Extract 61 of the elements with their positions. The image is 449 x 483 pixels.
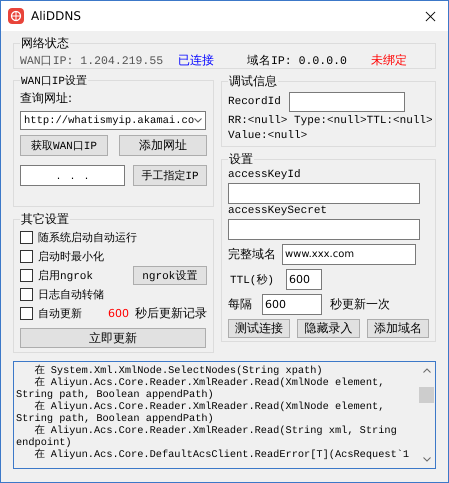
countdown-label: 秒后更新记录	[135, 305, 207, 322]
ttl-field[interactable]: 600	[286, 269, 322, 290]
log-line: endpoint)	[16, 437, 73, 449]
checkbox[interactable]	[20, 269, 33, 282]
group-title: 设置	[228, 151, 254, 168]
record-id-field[interactable]	[288, 92, 405, 112]
binding-status: 未绑定	[371, 52, 407, 69]
scroll-thumb[interactable]	[419, 387, 434, 403]
get-wan-ip-button[interactable]: 获取WAN口IP	[20, 135, 108, 156]
access-key-id-label: accessKeyId	[228, 169, 302, 181]
checkbox-label: 日志自动转储	[38, 288, 104, 302]
log-line: 在 Aliyun.Acs.Core.DefaultAcsClient.ReadError[T](AcsRequest`1	[34, 449, 410, 461]
access-key-secret-field[interactable]	[228, 219, 420, 240]
add-url-button[interactable]: 添加网址	[119, 135, 207, 156]
record-info-text: Value:<null>	[228, 130, 308, 142]
settings-button[interactable]: 测试连接	[228, 319, 290, 338]
log-line: String path, Boolean appendPath)	[16, 389, 215, 401]
set-ip-button[interactable]: 手工指定IP	[133, 165, 207, 186]
window-title: AliDDNS	[31, 9, 81, 23]
checkbox[interactable]	[20, 231, 33, 244]
update-now-button[interactable]: 立即更新	[20, 328, 206, 348]
scroll-down-icon[interactable]	[422, 457, 430, 462]
interval-suffix: 秒更新一次	[330, 296, 390, 313]
checkbox[interactable]	[20, 250, 33, 263]
interval-label: 每隔	[228, 296, 252, 313]
scroll-up-icon[interactable]	[422, 368, 430, 373]
group-title: WAN口IP设置	[20, 74, 88, 88]
log-line: 在 System.Xml.XmlNode.SelectNodes(String xpath)	[34, 365, 324, 377]
ip-address-field[interactable]: . . .	[20, 165, 125, 186]
countdown-value: 600	[108, 307, 129, 320]
settings-button[interactable]: 隐藏录入	[297, 319, 360, 338]
group-title: 调试信息	[228, 73, 278, 90]
checkbox[interactable]	[20, 307, 33, 320]
access-key-id-field[interactable]	[228, 183, 420, 204]
access-key-secret-label: accessKeySecret	[228, 205, 328, 217]
app-icon	[8, 8, 24, 24]
log-line: 在 Aliyun.Acs.Core.Reader.XmlReader.Read(String xml, String	[34, 425, 398, 437]
record-id-label: RecordId	[228, 96, 281, 108]
checkbox[interactable]	[20, 288, 33, 301]
query-url-label: 查询网址:	[20, 90, 74, 107]
log-line: 在 Aliyun.Acs.Core.Reader.XmlReader.Read(XmlNode element,	[34, 377, 386, 389]
group-title: 网络状态	[20, 35, 70, 52]
log-line: 在 Aliyun.Acs.Core.Reader.XmlReader.Read(XmlNode element,	[34, 401, 386, 413]
url-dropdown[interactable]: http://whatismyip.akamai.co	[20, 111, 206, 130]
settings-button[interactable]: 添加域名	[366, 319, 429, 338]
ttl-label: TTL(秒)	[229, 273, 276, 287]
checkbox-label: 随系统启动自动运行	[38, 230, 137, 245]
checkbox-label: 自动更新	[38, 306, 82, 321]
close-icon[interactable]	[425, 10, 436, 22]
checkbox-label: 启用ngrok	[38, 268, 94, 283]
group-title: 其它设置	[20, 211, 70, 228]
chevron-down-icon	[194, 118, 202, 123]
checkbox-label: 启动时最小化	[38, 250, 104, 264]
log-line: String path, Boolean appendPath)	[16, 413, 215, 425]
domain-label: 完整域名	[228, 246, 276, 263]
domain-ip-label: 域名IP: 0.0.0.0	[247, 54, 348, 68]
connection-status: 已连接	[178, 52, 215, 69]
wan-ip-label: WAN口IP: 1.204.219.55	[20, 54, 164, 68]
ngrok-settings-button[interactable]: ngrok设置	[132, 266, 207, 285]
domain-field[interactable]: www.xxx.com	[282, 244, 416, 265]
interval-field[interactable]: 600	[262, 294, 322, 315]
